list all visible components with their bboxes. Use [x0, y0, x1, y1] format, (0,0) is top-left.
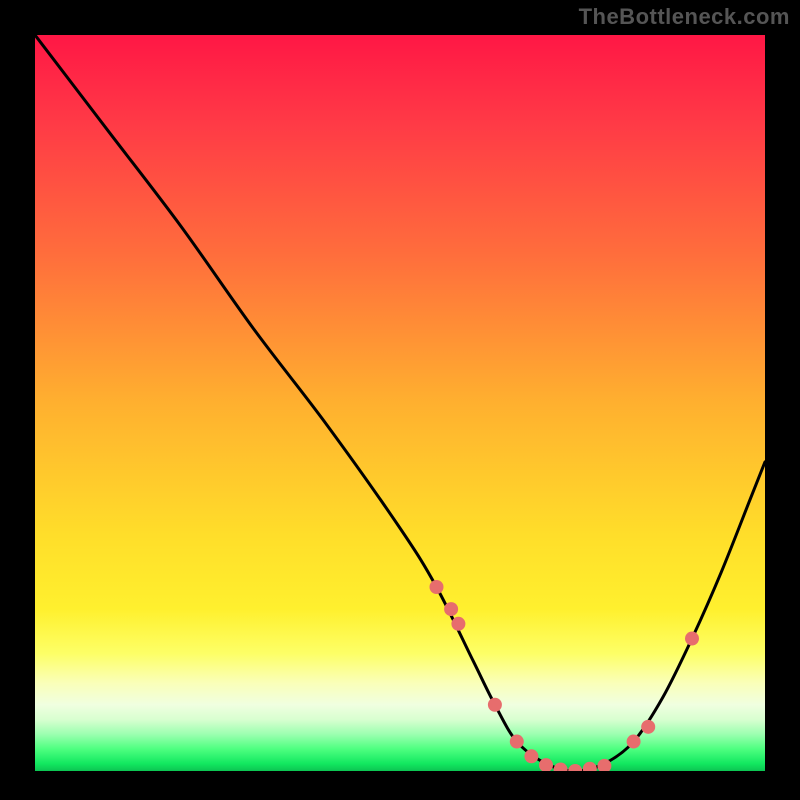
highlight-dots	[430, 580, 700, 771]
highlight-dot	[627, 735, 641, 749]
highlight-dot	[554, 763, 568, 771]
curve-svg	[35, 35, 765, 771]
highlight-dot	[444, 602, 458, 616]
watermark-text: TheBottleneck.com	[579, 4, 790, 30]
highlight-dot	[685, 632, 699, 646]
highlight-dot	[510, 735, 524, 749]
highlight-dot	[488, 698, 502, 712]
plot-area	[35, 35, 765, 771]
highlight-dot	[451, 617, 465, 631]
highlight-dot	[430, 580, 444, 594]
chart-frame: TheBottleneck.com	[0, 0, 800, 800]
highlight-dot	[641, 720, 655, 734]
highlight-dot	[568, 764, 582, 771]
highlight-dot	[524, 749, 538, 763]
bottleneck-curve	[35, 35, 765, 771]
highlight-dot	[583, 762, 597, 771]
